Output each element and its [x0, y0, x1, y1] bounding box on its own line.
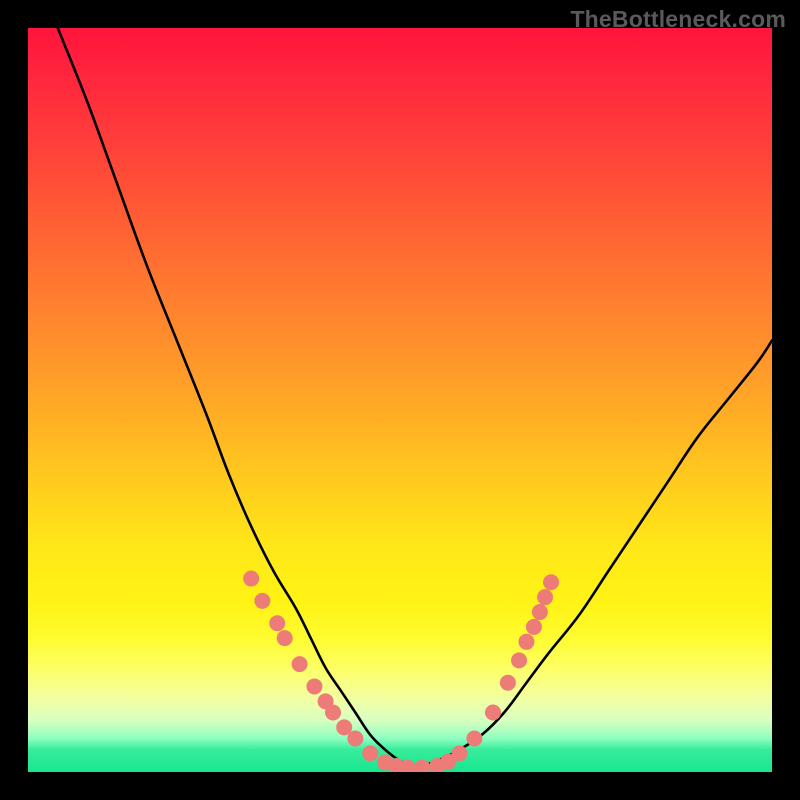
data-marker [518, 634, 534, 650]
data-marker [254, 593, 270, 609]
chart-stage: TheBottleneck.com [0, 0, 800, 800]
curve-curve-right [415, 340, 772, 767]
data-marker [306, 678, 322, 694]
data-marker [325, 704, 341, 720]
data-marker [362, 745, 378, 761]
data-marker [526, 619, 542, 635]
data-marker [485, 704, 501, 720]
data-marker [511, 652, 527, 668]
plot-area [28, 28, 772, 772]
data-marker [537, 589, 553, 605]
chart-svg [28, 28, 772, 772]
data-marker [543, 574, 559, 590]
data-marker [532, 604, 548, 620]
data-marker [452, 745, 468, 761]
data-marker [277, 630, 293, 646]
data-marker [347, 731, 363, 747]
data-marker [414, 760, 430, 772]
data-marker [292, 656, 308, 672]
data-marker [466, 731, 482, 747]
data-marker [500, 675, 516, 691]
data-marker [269, 615, 285, 631]
curve-curve-left [58, 28, 415, 768]
curve-group [58, 28, 772, 768]
data-marker [243, 571, 259, 587]
